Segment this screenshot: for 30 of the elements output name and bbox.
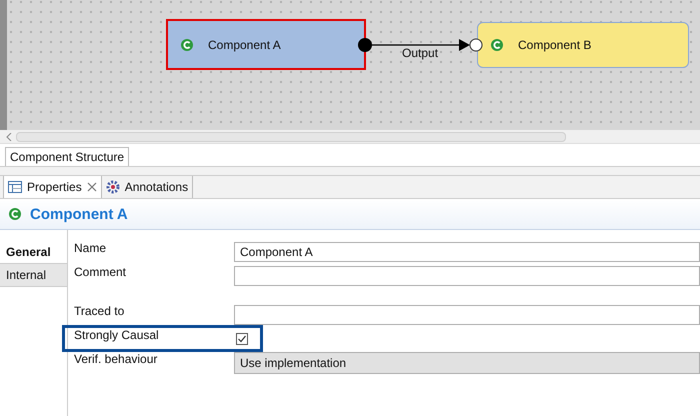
panel-tab[interactable]: Properties [3,176,102,198]
output-port[interactable] [358,38,372,52]
close-icon[interactable] [86,182,97,192]
component-icon [180,38,194,52]
field-label: Strongly Causal [74,328,160,342]
panel-tab[interactable]: Annotations [102,176,194,198]
table-icon [8,181,22,193]
editor-tab[interactable]: Component Structure [5,147,130,166]
field-label: Name [74,241,108,255]
checkbox[interactable] [236,333,248,345]
side-tab[interactable]: Internal [0,264,67,287]
text-field[interactable] [234,266,700,286]
component-node[interactable]: Component A [166,19,366,70]
connection-label: Output [402,46,438,60]
component-node[interactable]: Component B [477,22,689,68]
field-label: Comment [74,265,128,279]
text-field[interactable] [234,305,700,325]
panel-title: Component A [30,206,128,222]
node-label: Component A [208,38,281,52]
input-port[interactable] [470,38,482,52]
scrollbar-thumb[interactable] [16,132,566,142]
scroll-left-icon[interactable] [6,132,12,140]
field-label: Verif. behaviour [74,352,158,366]
component-icon [490,38,504,52]
component-icon [8,207,22,221]
field-label: Traced to [74,304,126,318]
text-field[interactable]: Component A [234,242,700,262]
dropdown[interactable]: Use implementation [234,352,700,374]
node-label: Component B [518,38,592,52]
gear-icon [106,180,120,194]
